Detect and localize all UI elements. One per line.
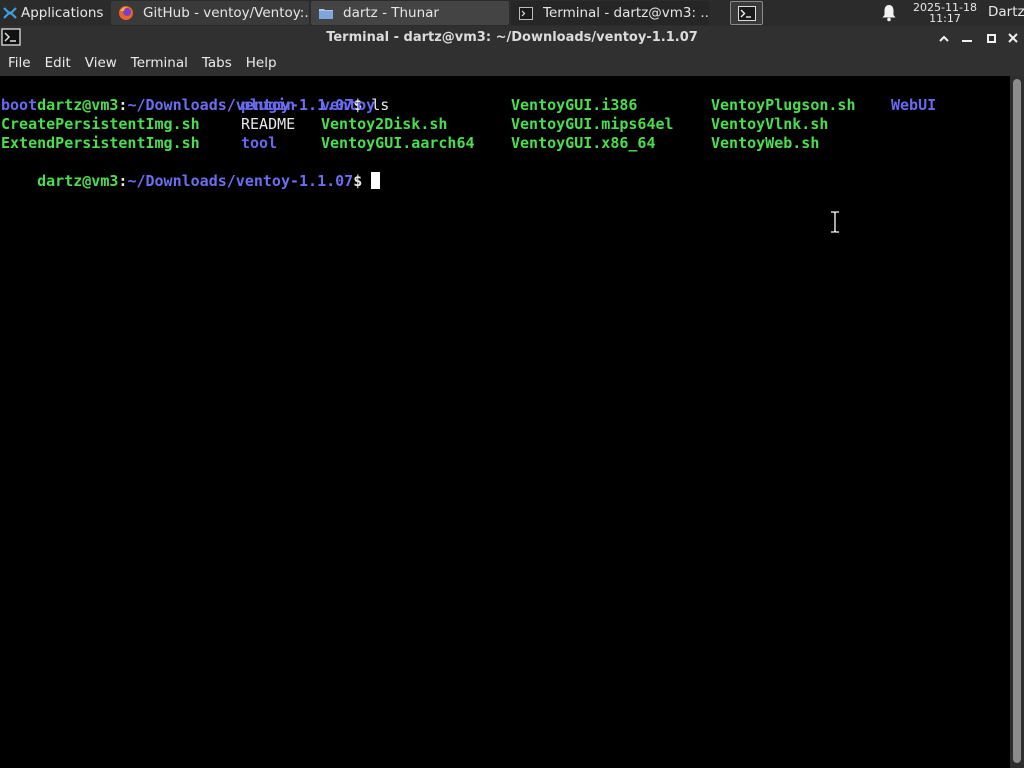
list-item: boot <box>1 96 38 114</box>
firefox-icon <box>117 4 135 22</box>
maximize-button[interactable] <box>982 29 1000 47</box>
shade-button[interactable] <box>935 29 953 47</box>
list-item: VentoyGUI.mips64el <box>511 115 674 133</box>
list-item: VentoyWeb.sh <box>711 134 820 152</box>
close-icon <box>1008 33 1018 43</box>
notification-bell-icon[interactable] <box>881 4 897 22</box>
clock-time: 11:17 <box>929 12 961 25</box>
taskbar-item-thunar[interactable]: dartz - Thunar <box>311 1 509 25</box>
list-item: VentoyVlnk.sh <box>711 115 829 133</box>
prompt-path: ~/Downloads/ventoy-1.1.07 <box>127 172 354 190</box>
list-item: CreatePersistentImg.sh <box>1 115 200 133</box>
taskbar-item-label: Terminal - dartz@vm3: ... <box>543 5 709 21</box>
taskbar-item-label: GitHub - ventoy/Ventoy:... <box>143 5 309 21</box>
window-title: Terminal - dartz@vm3: ~/Downloads/ventoy… <box>326 30 698 45</box>
list-item: ExtendPersistentImg.sh <box>1 134 200 152</box>
xfce-logo-icon <box>3 7 17 19</box>
prompt-user: dartz@vm3 <box>37 172 119 190</box>
ibeam-cursor-icon <box>831 211 839 233</box>
user-menu[interactable]: Dartz <box>988 4 1024 20</box>
panel-clock[interactable]: 2025-11-18 11:17 <box>905 0 985 26</box>
list-item: WebUI <box>891 96 937 114</box>
terminal-launcher-button[interactable] <box>730 1 763 25</box>
list-item: tool <box>241 134 278 152</box>
taskbar-item-firefox[interactable]: GitHub - ventoy/Ventoy:... <box>111 1 309 25</box>
text-cursor <box>371 172 381 189</box>
list-item: VentoyGUI.aarch64 <box>321 134 475 152</box>
menu-help[interactable]: Help <box>239 50 284 76</box>
menu-view[interactable]: View <box>78 50 124 76</box>
minimize-button[interactable] <box>958 29 976 47</box>
maximize-icon <box>986 33 996 43</box>
terminal-icon <box>737 5 756 21</box>
menu-file[interactable]: File <box>1 50 38 76</box>
terminal-icon <box>517 4 535 22</box>
minimize-icon <box>962 40 972 42</box>
scrollbar-thumb[interactable] <box>1013 79 1021 763</box>
list-item: VentoyGUI.i386 <box>511 96 638 114</box>
applications-label: Applications <box>21 5 104 21</box>
menubar: File Edit View Terminal Tabs Help <box>0 50 1024 76</box>
menu-terminal[interactable]: Terminal <box>124 50 195 76</box>
terminal-output[interactable]: dartz@vm3:~/Downloads/ventoy-1.1.07$ ls … <box>0 76 1010 768</box>
top-panel: Applications GitHub - ventoy/Ventoy:... … <box>0 0 1024 26</box>
window-titlebar[interactable]: Terminal - dartz@vm3: ~/Downloads/ventoy… <box>0 26 1024 50</box>
list-item: README <box>241 115 296 133</box>
list-item: Ventoy2Disk.sh <box>321 115 448 133</box>
chevron-up-icon <box>939 35 949 42</box>
close-button[interactable] <box>1004 29 1022 47</box>
terminal-scrollbar[interactable] <box>1010 76 1024 768</box>
prompt-line: dartz@vm3:~/Downloads/ventoy-1.1.07$ <box>1 153 381 190</box>
prompt-user: dartz@vm3 <box>37 96 119 114</box>
taskbar-item-terminal[interactable]: Terminal - dartz@vm3: ... <box>511 1 709 25</box>
menu-tabs[interactable]: Tabs <box>195 50 239 76</box>
taskbar-item-label: dartz - Thunar <box>343 5 439 21</box>
list-item: ventoy <box>321 96 376 114</box>
prompt-line: dartz@vm3:~/Downloads/ventoy-1.1.07$ ls <box>1 77 389 114</box>
menu-edit[interactable]: Edit <box>38 50 78 76</box>
list-item: VentoyGUI.x86_64 <box>511 134 656 152</box>
folder-icon <box>317 4 335 22</box>
applications-menu-button[interactable]: Applications <box>0 0 110 26</box>
list-item: VentoyPlugson.sh <box>711 96 856 114</box>
list-item: plugin <box>241 96 296 114</box>
prompt-end: $ <box>353 172 372 190</box>
